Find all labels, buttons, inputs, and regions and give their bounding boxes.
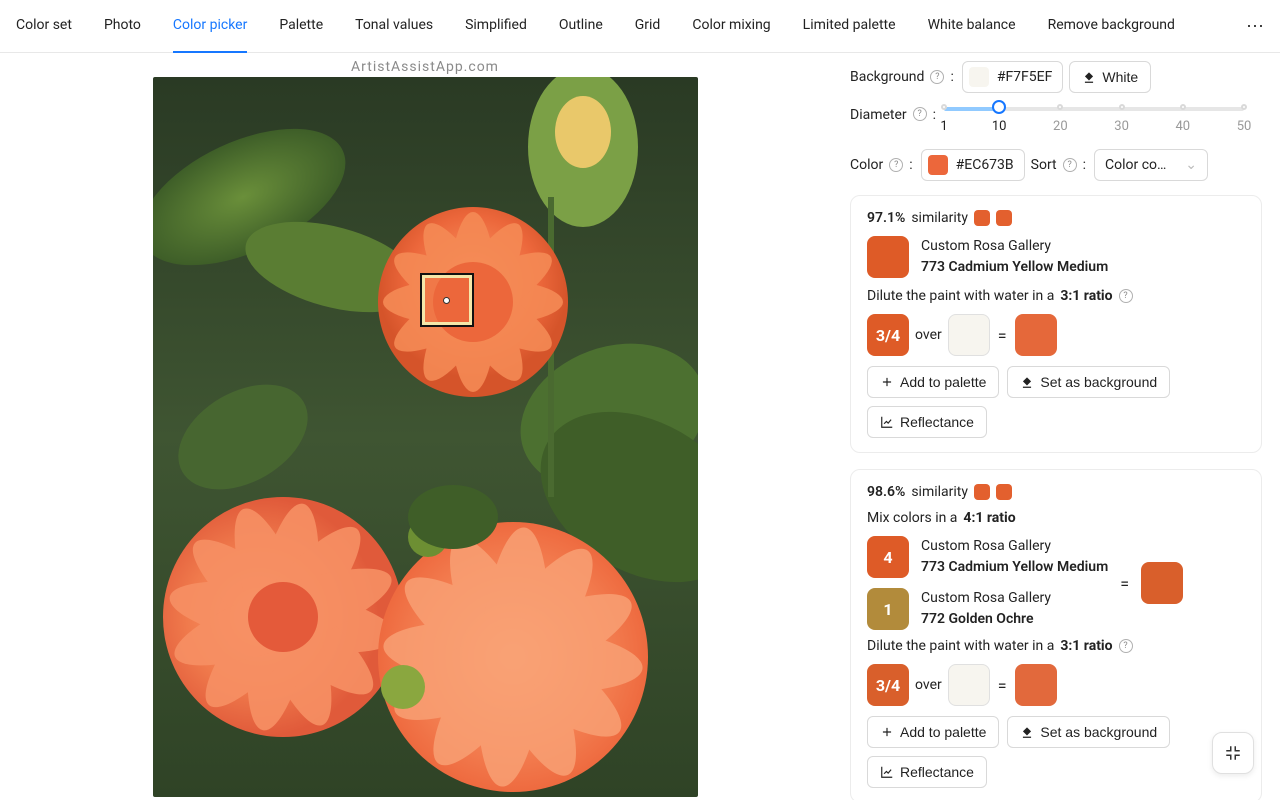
help-icon[interactable]: ?	[889, 158, 903, 172]
chevron-down-icon: ⌄	[1185, 157, 1197, 173]
mix-parts-badge: 4	[867, 536, 909, 578]
over-swatch	[948, 314, 990, 356]
equals-label: =	[1118, 574, 1131, 593]
similarity-swatch	[996, 210, 1012, 226]
tab-outline[interactable]: Outline	[559, 0, 603, 53]
set-as-background-button[interactable]: Set as background	[1007, 716, 1170, 748]
background-label: Background	[850, 69, 924, 85]
picked-color-swatch	[928, 155, 948, 175]
set-as-background-button[interactable]: Set as background	[1007, 366, 1170, 398]
fill-icon	[1020, 375, 1034, 389]
paint-brand: Custom Rosa Gallery	[921, 236, 1108, 257]
tab-grid[interactable]: Grid	[635, 0, 661, 53]
dilute-instruction: Dilute the paint with water in a 3:1 rat…	[867, 638, 1245, 654]
similarity-label: similarity	[911, 484, 968, 500]
tab-color-picker[interactable]: Color picker	[173, 0, 247, 53]
controls-panel: Background ?: #F7F5EF White Diameter ?: …	[850, 53, 1280, 800]
similarity-swatch	[974, 210, 990, 226]
tab-color-mixing[interactable]: Color mixing	[692, 0, 770, 53]
similarity-value: 98.6%	[867, 484, 905, 500]
white-button[interactable]: White	[1069, 61, 1151, 93]
dilute-instruction: Dilute the paint with water in a 3:1 rat…	[867, 288, 1245, 304]
add-to-palette-button[interactable]: Add to palette	[867, 366, 999, 398]
color-sample-indicator[interactable]	[422, 275, 472, 325]
diameter-slider[interactable]	[944, 107, 1244, 111]
chart-icon	[880, 415, 894, 429]
similarity-label: similarity	[911, 210, 968, 226]
fill-icon	[1020, 725, 1034, 739]
tabs-more-button[interactable]: ⋯	[1246, 16, 1264, 37]
equals-label: =	[996, 326, 1009, 345]
photo-panel: ArtistAssistApp.com	[0, 53, 850, 800]
photo-canvas[interactable]	[153, 77, 698, 797]
reflectance-button[interactable]: Reflectance	[867, 406, 987, 438]
color-label: Color	[850, 157, 883, 173]
help-icon[interactable]: ?	[930, 70, 944, 84]
help-icon[interactable]: ?	[913, 107, 927, 121]
paint-brand: Custom Rosa Gallery	[921, 588, 1051, 609]
color-match-card: 97.1% similarity Custom Rosa Gallery773 …	[850, 195, 1262, 453]
paint-brand: Custom Rosa Gallery	[921, 536, 1108, 557]
picked-color-input[interactable]: #EC673B	[921, 149, 1025, 181]
paint-name: 773 Cadmium Yellow Medium	[921, 257, 1108, 278]
diameter-slider-handle[interactable]	[992, 100, 1006, 114]
tab-white-balance[interactable]: White balance	[928, 0, 1016, 53]
mix-result-swatch	[1141, 562, 1183, 604]
tab-photo[interactable]: Photo	[104, 0, 141, 53]
tabs-bar: Color set Photo Color picker Palette Tonal v…	[0, 0, 1280, 53]
fill-icon	[1082, 70, 1096, 84]
final-result-swatch	[1015, 664, 1057, 706]
paint-name: 772 Golden Ochre	[921, 609, 1051, 630]
tab-limited-palette[interactable]: Limited palette	[803, 0, 896, 53]
similarity-swatch	[974, 484, 990, 500]
tab-color-set[interactable]: Color set	[16, 0, 72, 53]
paint-name: 773 Cadmium Yellow Medium	[921, 557, 1108, 578]
mix-parts-badge: 1	[867, 588, 909, 630]
add-to-palette-button[interactable]: Add to palette	[867, 716, 999, 748]
diameter-label: Diameter	[850, 107, 907, 123]
watermark: ArtistAssistApp.com	[351, 59, 499, 75]
background-color-input[interactable]: #F7F5EF	[962, 61, 1064, 93]
background-swatch	[969, 67, 989, 87]
paint-swatch	[867, 236, 909, 278]
plus-icon	[880, 725, 894, 739]
dilution-fraction-badge: 3/4	[867, 664, 909, 706]
equals-label: =	[996, 676, 1009, 695]
picked-color-hex: #EC673B	[956, 157, 1014, 173]
collapse-icon	[1224, 744, 1242, 762]
over-swatch	[948, 664, 990, 706]
sort-label: Sort	[1031, 157, 1057, 173]
tab-simplified[interactable]: Simplified	[465, 0, 527, 53]
background-hex: #F7F5EF	[997, 69, 1053, 85]
over-label: over	[915, 327, 942, 343]
over-label: over	[915, 677, 942, 693]
tab-tonal-values[interactable]: Tonal values	[355, 0, 433, 53]
chart-icon	[880, 765, 894, 779]
final-result-swatch	[1015, 314, 1057, 356]
help-icon[interactable]: ?	[1063, 158, 1077, 172]
mix-instruction: Mix colors in a 4:1 ratio	[867, 510, 1245, 526]
dilution-fraction-badge: 3/4	[867, 314, 909, 356]
reflectance-button[interactable]: Reflectance	[867, 756, 987, 788]
tab-palette[interactable]: Palette	[279, 0, 323, 53]
sort-select[interactable]: Color co… ⌄	[1094, 149, 1208, 181]
tab-remove-background[interactable]: Remove background	[1048, 0, 1175, 53]
help-icon[interactable]: ?	[1119, 289, 1133, 303]
color-match-card: 98.6% similarity Mix colors in a 4:1 rat…	[850, 469, 1262, 800]
help-icon[interactable]: ?	[1119, 639, 1133, 653]
plus-icon	[880, 375, 894, 389]
similarity-value: 97.1%	[867, 210, 905, 226]
similarity-swatch	[996, 484, 1012, 500]
collapse-button[interactable]	[1212, 732, 1254, 774]
